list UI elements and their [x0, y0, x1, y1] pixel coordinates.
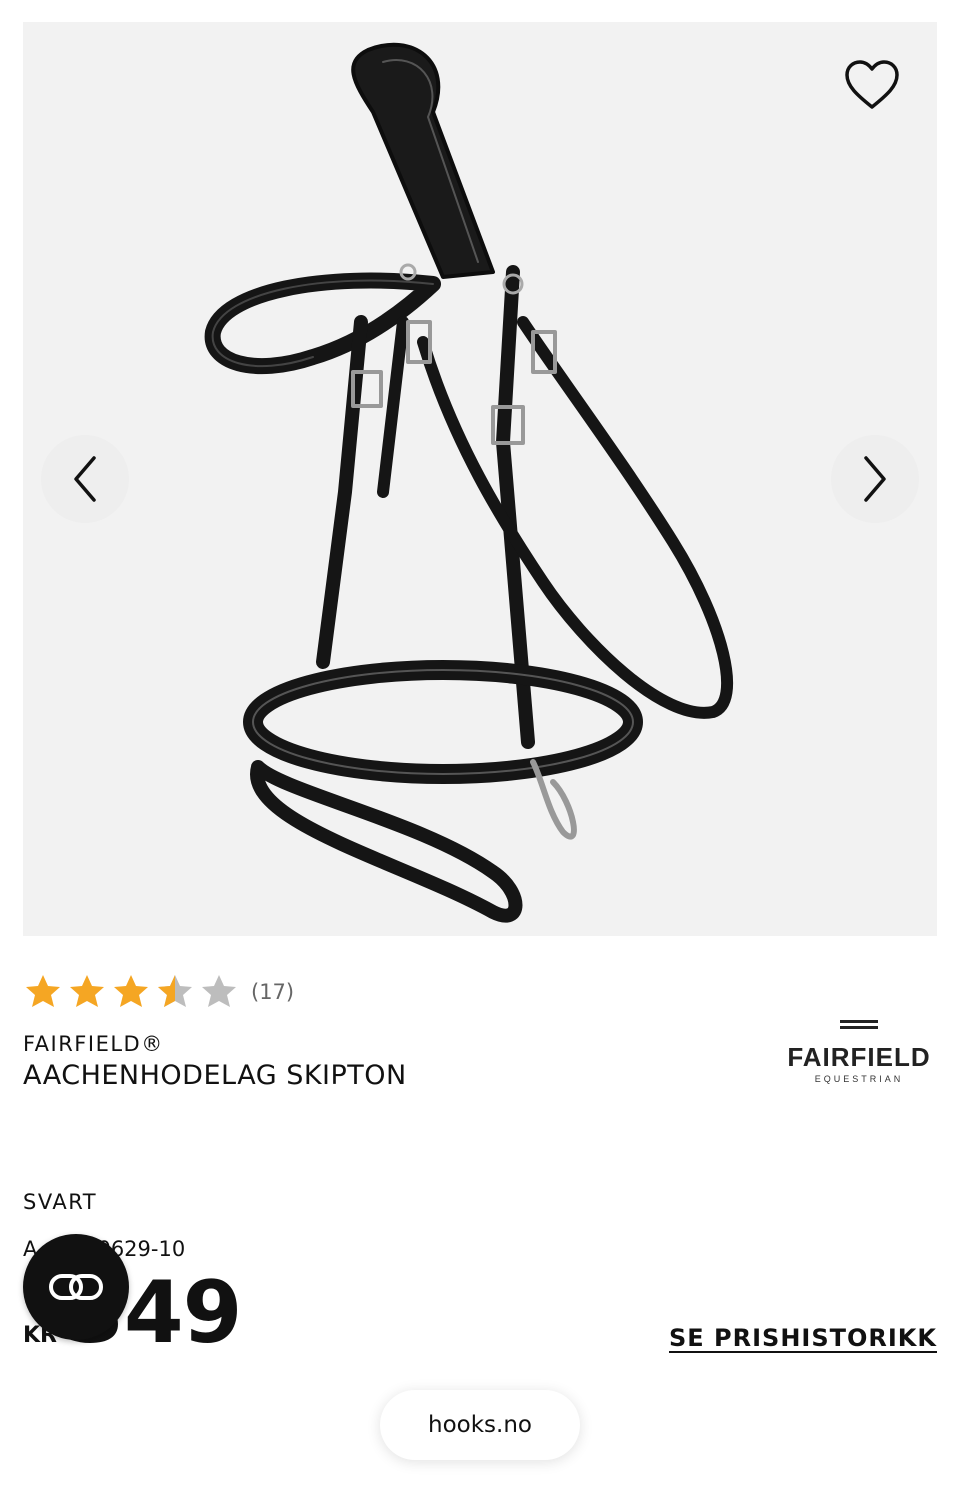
link-icon: [49, 1274, 103, 1300]
brand-logo[interactable]: FAIRFIELD EQUESTRIAN: [778, 1016, 940, 1088]
favorite-button[interactable]: [841, 54, 903, 116]
price-history-link[interactable]: SE PRISHISTORIKK: [669, 1324, 937, 1352]
product-image: [204, 42, 734, 923]
chevron-left-icon: [74, 456, 96, 502]
rating-count[interactable]: (17): [251, 980, 294, 1004]
previous-image-button[interactable]: [41, 435, 129, 523]
product-variant: SVART: [23, 1190, 98, 1214]
product-rating[interactable]: (17): [23, 972, 294, 1012]
product-title: AACHENHODELAG SKIPTON: [23, 1060, 407, 1091]
product-brand[interactable]: FAIRFIELD®: [23, 1032, 164, 1056]
brand-logo-subtitle: EQUESTRIAN: [814, 1074, 904, 1084]
product-image-gallery[interactable]: [23, 22, 937, 936]
brand-logo-name: FAIRFIELD: [787, 1042, 931, 1072]
star-filled-icon: [70, 975, 104, 1007]
star-half-icon: [158, 975, 192, 1007]
heart-outline-icon: [845, 60, 899, 109]
star-filled-icon: [26, 975, 60, 1007]
floating-widget-button[interactable]: [23, 1234, 129, 1340]
star-empty-icon: [202, 975, 236, 1007]
next-image-button[interactable]: [831, 435, 919, 523]
star-filled-icon: [114, 975, 148, 1007]
logo-bars-icon: [840, 1020, 878, 1034]
chevron-right-icon: [864, 456, 886, 502]
browser-url-bar[interactable]: hooks.no: [380, 1390, 580, 1460]
